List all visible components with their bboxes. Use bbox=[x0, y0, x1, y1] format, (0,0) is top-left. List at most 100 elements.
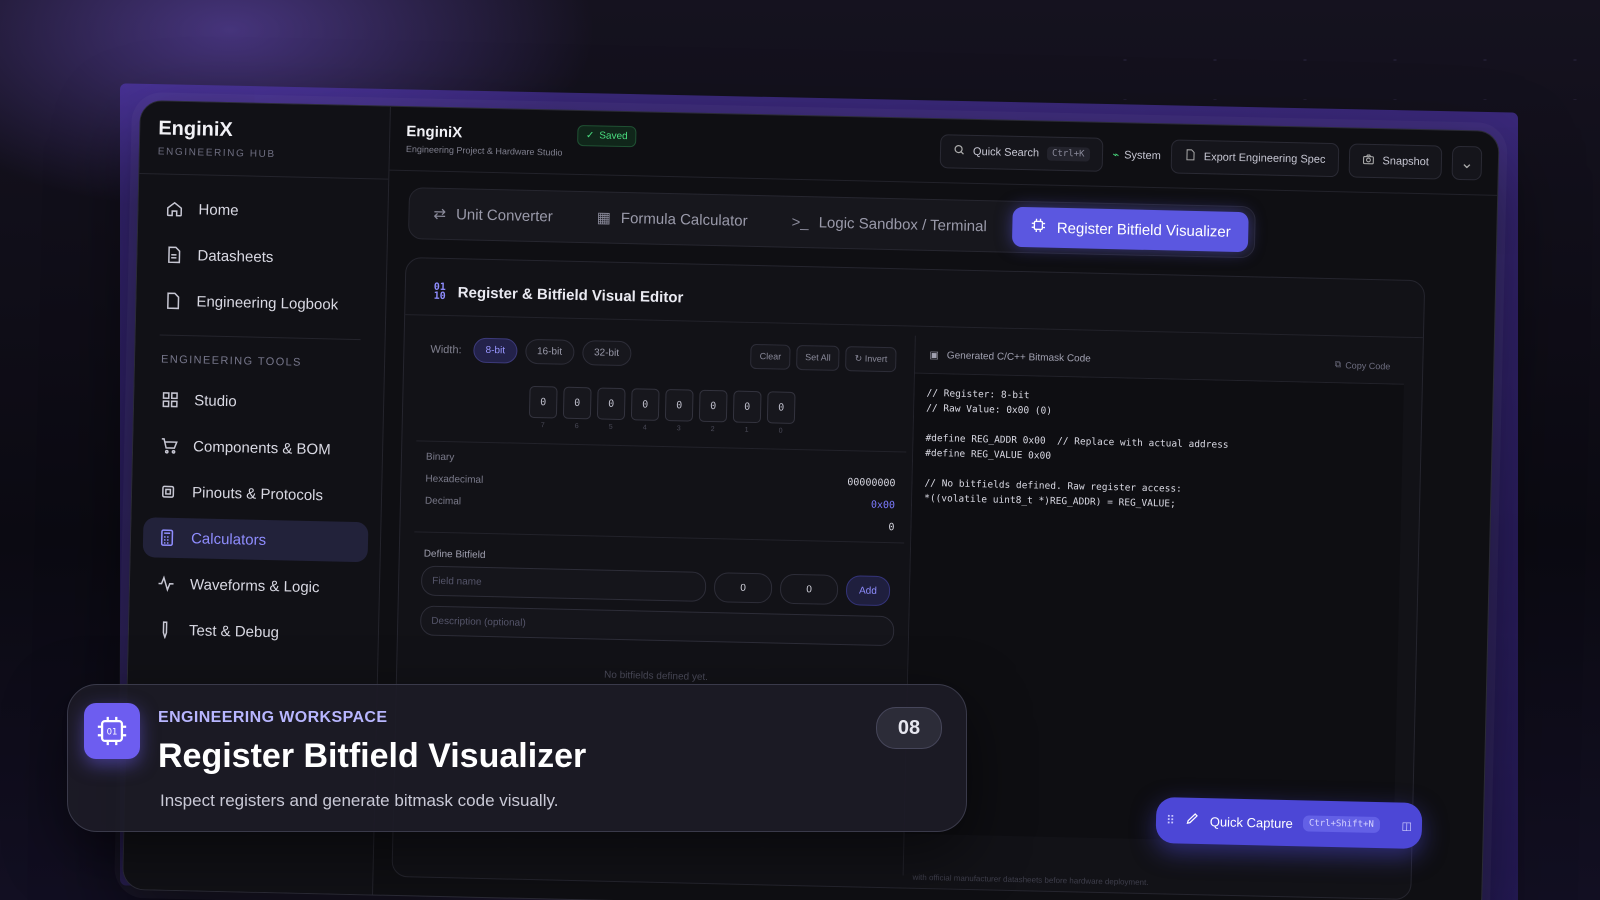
terminal-icon: >_ bbox=[791, 213, 809, 231]
file-icon bbox=[162, 291, 182, 311]
invert-button[interactable]: ↻ Invert bbox=[845, 346, 897, 373]
export-spec-button[interactable]: Export Engineering Spec bbox=[1170, 138, 1339, 177]
width-8bit-button[interactable]: 8-bit bbox=[473, 337, 518, 364]
document-icon bbox=[163, 245, 183, 265]
tab-label: Unit Converter bbox=[455, 205, 553, 225]
snapshot-label: Snapshot bbox=[1382, 154, 1430, 168]
svg-text:01: 01 bbox=[107, 728, 118, 738]
overlay-description: Inspect registers and generate bitmask c… bbox=[160, 791, 559, 810]
bit-index: 0 bbox=[778, 427, 783, 435]
swap-icon: ⇄ bbox=[433, 205, 447, 223]
check-circle-icon: ✓ bbox=[585, 130, 595, 142]
add-bitfield-button[interactable]: Add bbox=[845, 575, 891, 607]
activity-icon: ⌁ bbox=[1112, 149, 1120, 162]
sidebar-item-test-debug[interactable]: Test & Debug bbox=[141, 609, 367, 654]
copy-code-button[interactable]: ⧉ Copy Code bbox=[1335, 359, 1391, 371]
bit-toggle[interactable]: 0 bbox=[596, 387, 626, 421]
background-dot-grid bbox=[1080, 40, 1580, 100]
calculator-tabs: ⇄ Unit Converter ▦ Formula Calculator >_… bbox=[407, 187, 1257, 259]
hex-value: 0x00 bbox=[870, 499, 896, 512]
bit-toggle[interactable]: 0 bbox=[664, 388, 694, 422]
system-status[interactable]: ⌁ System bbox=[1112, 148, 1161, 162]
quick-capture-shortcut: Ctrl+Shift+N bbox=[1302, 815, 1381, 834]
width-label: Width: bbox=[430, 343, 462, 356]
divider bbox=[139, 173, 389, 180]
system-label: System bbox=[1124, 148, 1161, 162]
sidebar-item-studio[interactable]: Studio bbox=[146, 379, 372, 424]
binary-value: 00000000 bbox=[847, 477, 896, 490]
code-icon: ▣ bbox=[929, 349, 939, 362]
snapshot-menu-button[interactable]: ⌄ bbox=[1451, 145, 1483, 180]
sidebar-item-home[interactable]: Home bbox=[150, 188, 376, 233]
bit-index: 7 bbox=[540, 422, 545, 430]
feature-overlay-card: 01 ENGINEERING WORKSPACE Register Bitfie… bbox=[67, 684, 967, 832]
sidebar-item-components-bom[interactable]: Components & BOM bbox=[145, 425, 371, 470]
app-title: EnginiX bbox=[406, 123, 463, 142]
brand: EnginiX ENGINEERING HUB bbox=[140, 101, 390, 163]
brand-title: EnginiX bbox=[158, 117, 234, 142]
bit-index: 4 bbox=[642, 424, 647, 432]
bit-actions: Clear Set All ↻ Invert bbox=[750, 343, 897, 373]
calculator-icon bbox=[157, 528, 177, 548]
tab-label: Logic Sandbox / Terminal bbox=[818, 213, 988, 235]
field-name-input[interactable]: Field name bbox=[420, 565, 707, 602]
sidebar-item-pinouts-protocols[interactable]: Pinouts & Protocols bbox=[144, 471, 370, 516]
sidebar-item-waveforms-logic[interactable]: Waveforms & Logic bbox=[142, 563, 368, 608]
saved-badge: ✓ Saved bbox=[576, 124, 637, 148]
search-label: Quick Search bbox=[972, 145, 1040, 159]
sidebar-item-label: Test & Debug bbox=[188, 621, 280, 641]
sidebar-section-label: ENGINEERING TOOLS bbox=[160, 353, 302, 369]
bit-toggles: 0 0 0 0 0 0 0 0 bbox=[417, 383, 908, 426]
bit-toggle[interactable]: 0 bbox=[562, 386, 592, 420]
width-selector: Width: 8-bit 16-bit 32-bit Clear Set All… bbox=[418, 324, 909, 384]
overlay-eyebrow: ENGINEERING WORKSPACE bbox=[158, 709, 388, 726]
binary-icon: 01 10 bbox=[433, 281, 446, 302]
bit-toggle[interactable]: 0 bbox=[766, 391, 796, 424]
cart-icon bbox=[159, 436, 179, 456]
topbar-actions: Quick Search Ctrl+K ⌁ System Export Engi… bbox=[939, 133, 1483, 180]
overlay-title: Register Bitfield Visualizer bbox=[158, 737, 587, 775]
sidebar-item-label: Components & BOM bbox=[192, 437, 331, 458]
bit-toggle[interactable]: 0 bbox=[732, 390, 762, 424]
tab-logic-sandbox[interactable]: >_ Logic Sandbox / Terminal bbox=[773, 201, 1005, 246]
set-all-button[interactable]: Set All bbox=[795, 344, 841, 371]
start-bit-input[interactable]: 0 bbox=[713, 572, 773, 604]
tab-label: Register Bitfield Visualizer bbox=[1056, 219, 1231, 241]
bit-index: 2 bbox=[710, 426, 715, 434]
code-title: Generated C/C++ Bitmask Code bbox=[946, 350, 1091, 365]
saved-label: Saved bbox=[599, 130, 628, 143]
sidebar-item-label: Pinouts & Protocols bbox=[191, 483, 324, 504]
snapshot-button[interactable]: Snapshot bbox=[1348, 142, 1443, 180]
width-32bit-button[interactable]: 32-bit bbox=[581, 340, 632, 367]
sidebar-item-engineering-logbook[interactable]: Engineering Logbook bbox=[148, 280, 374, 325]
bit-toggle[interactable]: 0 bbox=[630, 388, 660, 421]
quick-search-button[interactable]: Quick Search Ctrl+K bbox=[939, 133, 1103, 172]
sidebar-item-datasheets[interactable]: Datasheets bbox=[149, 234, 375, 279]
tab-unit-converter[interactable]: ⇄ Unit Converter bbox=[415, 193, 571, 237]
sidebar-item-label: Home bbox=[198, 200, 239, 219]
sidebar-toggle-icon[interactable]: ◫ bbox=[1401, 819, 1412, 832]
waveform-icon bbox=[156, 573, 176, 593]
bit-index: 3 bbox=[676, 425, 681, 433]
calculator-icon: ▦ bbox=[596, 209, 612, 227]
decimal-value: 0 bbox=[888, 522, 895, 534]
quick-capture-button[interactable]: ⠿ Quick Capture Ctrl+Shift+N ◫ bbox=[1155, 796, 1423, 850]
copy-icon: ⧉ bbox=[1334, 359, 1342, 370]
chip-icon bbox=[1031, 217, 1047, 237]
description-input[interactable]: Description (optional) bbox=[419, 605, 895, 647]
app-subtitle: Engineering Project & Hardware Studio bbox=[405, 144, 563, 158]
tab-formula-calculator[interactable]: ▦ Formula Calculator bbox=[578, 197, 766, 241]
sidebar-item-calculators[interactable]: Calculators bbox=[142, 517, 369, 563]
probe-icon bbox=[155, 619, 175, 639]
sidebar-item-label: Engineering Logbook bbox=[196, 292, 339, 314]
width-16bit-button[interactable]: 16-bit bbox=[524, 338, 575, 365]
panel-title: Register & Bitfield Visual Editor bbox=[457, 283, 684, 306]
export-label: Export Engineering Spec bbox=[1203, 150, 1326, 166]
end-bit-input[interactable]: 0 bbox=[779, 573, 839, 605]
tab-register-bitfield-visualizer[interactable]: Register Bitfield Visualizer bbox=[1012, 206, 1250, 253]
panel-header: 01 10 Register & Bitfield Visual Editor bbox=[405, 258, 1425, 339]
clear-button[interactable]: Clear bbox=[750, 343, 791, 370]
refresh-icon: ↻ bbox=[854, 353, 863, 364]
bit-toggle[interactable]: 0 bbox=[528, 385, 558, 419]
bit-toggle[interactable]: 0 bbox=[698, 389, 728, 423]
